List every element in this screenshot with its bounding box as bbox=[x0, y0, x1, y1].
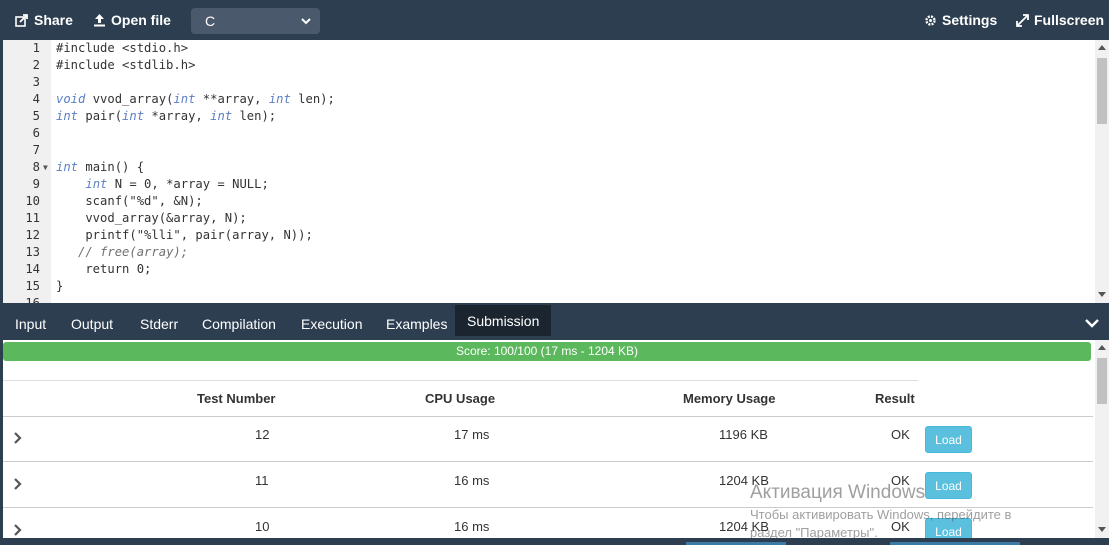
test-number-cell: 10 bbox=[255, 519, 270, 534]
scrollbar-thumb[interactable] bbox=[1097, 358, 1107, 404]
fold-arrow-icon[interactable]: ▼ bbox=[43, 159, 48, 176]
memory-usage-cell: 1196 KB bbox=[719, 427, 768, 442]
upload-icon bbox=[94, 14, 105, 27]
line-number: 11 bbox=[25, 211, 40, 225]
header-result: Result bbox=[875, 391, 915, 406]
header-memory-usage: Memory Usage bbox=[683, 391, 776, 406]
bottom-strip bbox=[0, 538, 1109, 545]
tab-compilation[interactable]: Compilation bbox=[202, 305, 276, 340]
activation-watermark-line2: раздел "Параметры". bbox=[750, 525, 878, 538]
scroll-up-icon[interactable] bbox=[1098, 345, 1106, 350]
line-number: 13 bbox=[25, 245, 40, 259]
code-text: return 0; bbox=[56, 262, 152, 276]
line-number: 8 bbox=[32, 160, 40, 174]
line-number: 12 bbox=[25, 228, 40, 242]
fullscreen-button[interactable]: Fullscreen bbox=[1016, 0, 1104, 40]
chevron-right-icon[interactable] bbox=[13, 523, 23, 537]
divider bbox=[3, 380, 918, 381]
code-text: int main() { bbox=[56, 160, 145, 174]
line-number: 7 bbox=[32, 143, 40, 157]
activation-watermark-line1: Чтобы активировать Windows, перейдите в bbox=[750, 507, 1012, 522]
code-text: } bbox=[56, 279, 64, 293]
share-button[interactable]: Share bbox=[15, 0, 73, 40]
header-cpu-usage: CPU Usage bbox=[425, 391, 496, 406]
tab-stderr[interactable]: Stderr bbox=[140, 305, 178, 340]
scrollbar-thumb[interactable] bbox=[1097, 58, 1107, 124]
code-editor[interactable]: 1 #include <stdio.h> 2 #include <stdlib.h> 3… bbox=[3, 40, 1109, 303]
tab-examples[interactable]: Examples bbox=[386, 305, 447, 340]
line-number: 9 bbox=[32, 177, 40, 191]
code-text: vvod_array(&array, N); bbox=[56, 211, 247, 225]
panel-scrollbar[interactable] bbox=[1095, 340, 1109, 538]
code-text: void vvod_array(int **array, int len); bbox=[56, 92, 335, 106]
code-text: // free(array); bbox=[78, 245, 189, 259]
language-value: C bbox=[205, 13, 216, 29]
language-select[interactable]: C bbox=[191, 8, 320, 34]
line-number: 4 bbox=[32, 92, 40, 106]
code-text: int N = 0, *array = NULL; bbox=[85, 177, 269, 191]
test-number-cell: 12 bbox=[255, 427, 270, 442]
cpu-usage-cell: 17 ms bbox=[454, 427, 490, 442]
submission-panel: Score: 100/100 (17 ms - 1204 KB) Test Nu… bbox=[3, 340, 1109, 538]
line-number: 1 bbox=[32, 41, 40, 55]
chevron-right-icon[interactable] bbox=[13, 477, 23, 491]
line-number: 2 bbox=[32, 58, 40, 72]
chevron-right-icon[interactable] bbox=[13, 431, 23, 445]
table-row[interactable]: 11 16 ms 1204 KB OK Load bbox=[3, 463, 1093, 508]
line-number: 6 bbox=[32, 126, 40, 140]
editor-scrollbar[interactable] bbox=[1095, 40, 1109, 303]
expand-icon bbox=[1016, 13, 1029, 27]
line-number: 14 bbox=[25, 262, 40, 276]
fullscreen-label: Fullscreen bbox=[1034, 12, 1105, 28]
scroll-down-icon[interactable] bbox=[1098, 292, 1106, 297]
score-bar: Score: 100/100 (17 ms - 1204 KB) bbox=[3, 342, 1091, 361]
line-number: 15 bbox=[25, 279, 40, 293]
output-tabs: Input Output Stderr Compilation Executio… bbox=[0, 305, 1109, 340]
cpu-usage-cell: 16 ms bbox=[454, 473, 490, 488]
tab-input[interactable]: Input bbox=[15, 305, 46, 340]
scroll-up-icon[interactable] bbox=[1098, 45, 1106, 50]
scroll-down-icon[interactable] bbox=[1098, 527, 1106, 532]
line-number: 16 bbox=[25, 296, 40, 303]
open-file-label: Open file bbox=[111, 12, 171, 28]
header-test-number: Test Number bbox=[197, 391, 276, 406]
settings-label: Settings bbox=[942, 12, 998, 28]
top-toolbar: Share Open file C Settings Fullscreen bbox=[0, 0, 1109, 40]
table-row[interactable]: 12 17 ms 1196 KB OK Load bbox=[3, 417, 1093, 462]
activation-watermark-title: Активация Windows bbox=[750, 482, 926, 503]
load-button[interactable]: Load bbox=[925, 472, 972, 499]
share-label: Share bbox=[34, 12, 73, 28]
line-number: 5 bbox=[32, 109, 40, 123]
code-text: scanf("%d", &N); bbox=[56, 194, 203, 208]
result-cell: OK bbox=[891, 427, 910, 442]
gear-icon bbox=[925, 14, 936, 26]
divider bbox=[3, 461, 1093, 462]
tab-output[interactable]: Output bbox=[71, 305, 113, 340]
share-icon bbox=[15, 13, 28, 27]
code-text: printf("%lli", pair(array, N)); bbox=[56, 228, 313, 242]
settings-button[interactable]: Settings bbox=[924, 0, 997, 40]
test-number-cell: 11 bbox=[255, 473, 269, 488]
code-text: #include <stdio.h> bbox=[56, 41, 189, 55]
code-text: int pair(int *array, int len); bbox=[56, 109, 277, 123]
load-button[interactable]: Load bbox=[925, 426, 972, 453]
line-number: 3 bbox=[32, 75, 40, 89]
chevron-down-icon[interactable] bbox=[1085, 318, 1099, 328]
open-file-button[interactable]: Open file bbox=[93, 0, 171, 40]
chevron-down-icon bbox=[301, 18, 311, 25]
tab-execution[interactable]: Execution bbox=[301, 305, 362, 340]
cpu-usage-cell: 16 ms bbox=[454, 519, 490, 534]
line-number: 10 bbox=[25, 194, 40, 208]
tab-submission[interactable]: Submission bbox=[455, 305, 552, 336]
code-text: #include <stdlib.h> bbox=[56, 58, 196, 72]
